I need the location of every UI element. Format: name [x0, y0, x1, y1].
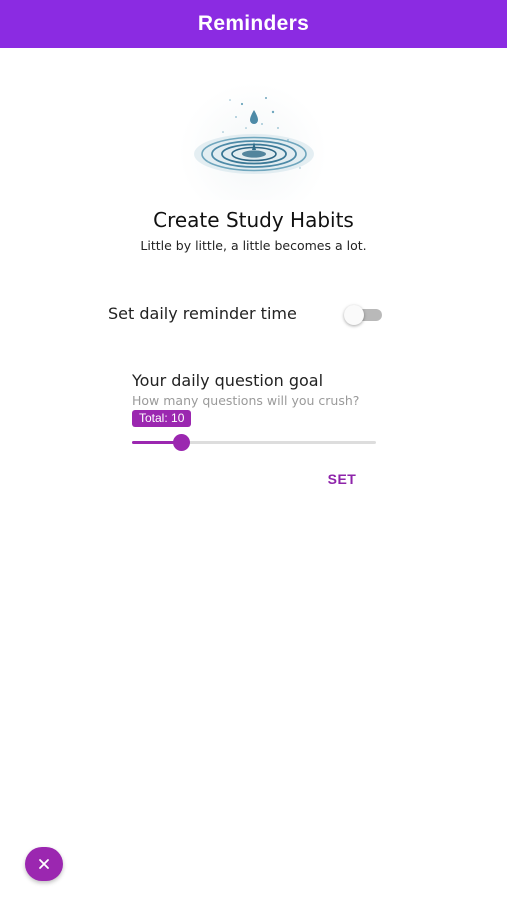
- close-icon: [39, 859, 49, 869]
- hero-headline: Create Study Habits: [153, 208, 354, 232]
- close-fab-button[interactable]: [25, 847, 63, 881]
- reminder-toggle[interactable]: [344, 304, 386, 325]
- goal-title: Your daily question goal: [132, 371, 324, 390]
- toggle-thumb: [344, 305, 364, 325]
- hero-subline: Little by little, a little becomes a lot…: [140, 238, 367, 253]
- reminders-screen: Reminders Create Study Habits Little by …: [0, 0, 507, 900]
- app-bar: Reminders: [0, 0, 507, 48]
- set-goal-button[interactable]: SET: [320, 468, 364, 490]
- hero-image: [178, 82, 328, 200]
- goal-total-badge: Total: 10: [132, 410, 192, 427]
- reminder-label: Set daily reminder time: [108, 304, 297, 323]
- daily-reminder-row: Set daily reminder time: [108, 302, 388, 326]
- slider-thumb[interactable]: [173, 434, 190, 451]
- goal-subtitle: How many questions will you crush?: [132, 393, 360, 408]
- goal-slider[interactable]: [132, 432, 376, 452]
- page-title: Reminders: [197, 12, 310, 35]
- water-drop-ripple-icon: [194, 97, 314, 174]
